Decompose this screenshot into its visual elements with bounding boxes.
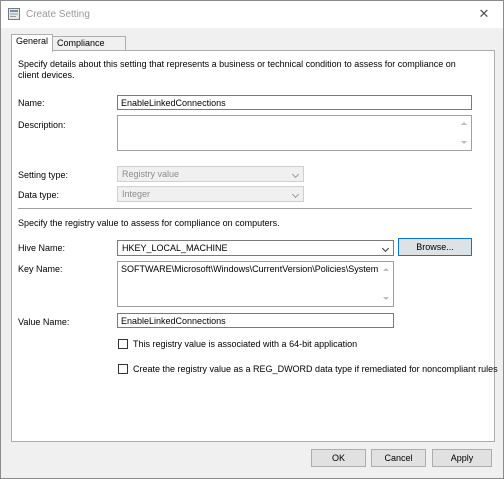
hive-name-label: Hive Name: xyxy=(18,243,66,253)
tab-general[interactable]: General xyxy=(11,34,53,52)
key-name-value: SOFTWARE\Microsoft\Windows\CurrentVersio… xyxy=(121,264,379,274)
data-type-value: Integer xyxy=(122,189,151,199)
scroll-up-icon[interactable] xyxy=(383,268,389,271)
apply-button[interactable]: Apply xyxy=(432,449,492,467)
value-name-label: Value Name: xyxy=(18,317,70,327)
browse-button[interactable]: Browse... xyxy=(398,238,472,256)
ok-button[interactable]: OK xyxy=(311,449,366,467)
title-bar: Create Setting ✕ xyxy=(1,1,503,28)
setting-type-select: Registry value xyxy=(117,166,304,182)
scroll-up-icon[interactable] xyxy=(461,122,467,125)
registry-heading: Specify the registry value to assess for… xyxy=(18,218,280,228)
reg-dword-checkbox-label[interactable]: Create the registry value as a REG_DWORD… xyxy=(133,364,498,374)
create-setting-dialog: Create Setting ✕ General Compliance Rule… xyxy=(0,0,504,479)
tab-strip: General Compliance Rules xyxy=(11,34,495,61)
64bit-checkbox-label[interactable]: This registry value is associated with a… xyxy=(133,339,357,349)
value-name-field[interactable]: EnableLinkedConnections xyxy=(117,313,394,328)
settings-dialog-icon xyxy=(8,8,20,20)
chevron-down-icon xyxy=(291,190,300,199)
key-name-label: Key Name: xyxy=(18,264,63,274)
description-field[interactable] xyxy=(117,115,472,151)
name-field[interactable]: EnableLinkedConnections xyxy=(117,95,472,110)
setting-type-label: Setting type: xyxy=(18,170,69,180)
hive-name-value: HKEY_LOCAL_MACHINE xyxy=(122,243,228,253)
scroll-down-icon[interactable] xyxy=(461,141,467,144)
key-name-scrollbar[interactable] xyxy=(380,263,392,305)
key-name-field[interactable]: SOFTWARE\Microsoft\Windows\CurrentVersio… xyxy=(117,261,394,307)
hive-name-select[interactable]: HKEY_LOCAL_MACHINE xyxy=(117,240,394,256)
scroll-down-icon[interactable] xyxy=(383,297,389,300)
name-label: Name: xyxy=(18,98,45,108)
close-icon[interactable]: ✕ xyxy=(471,4,497,24)
data-type-select: Integer xyxy=(117,186,304,202)
tab-compliance-rules[interactable]: Compliance Rules xyxy=(52,36,126,61)
chevron-down-icon xyxy=(381,244,390,253)
general-tab-panel: Specify details about this setting that … xyxy=(11,50,498,442)
setting-type-value: Registry value xyxy=(122,169,180,179)
description-scrollbar[interactable] xyxy=(458,117,470,149)
reg-dword-checkbox[interactable] xyxy=(118,364,128,374)
description-label: Description: xyxy=(18,120,66,130)
window-title: Create Setting xyxy=(26,9,90,20)
cancel-button[interactable]: Cancel xyxy=(371,449,426,467)
intro-text: Specify details about this setting that … xyxy=(18,59,456,80)
data-type-label: Data type: xyxy=(18,190,60,200)
chevron-down-icon xyxy=(291,170,300,179)
64bit-checkbox[interactable] xyxy=(118,339,128,349)
section-divider xyxy=(18,208,472,209)
